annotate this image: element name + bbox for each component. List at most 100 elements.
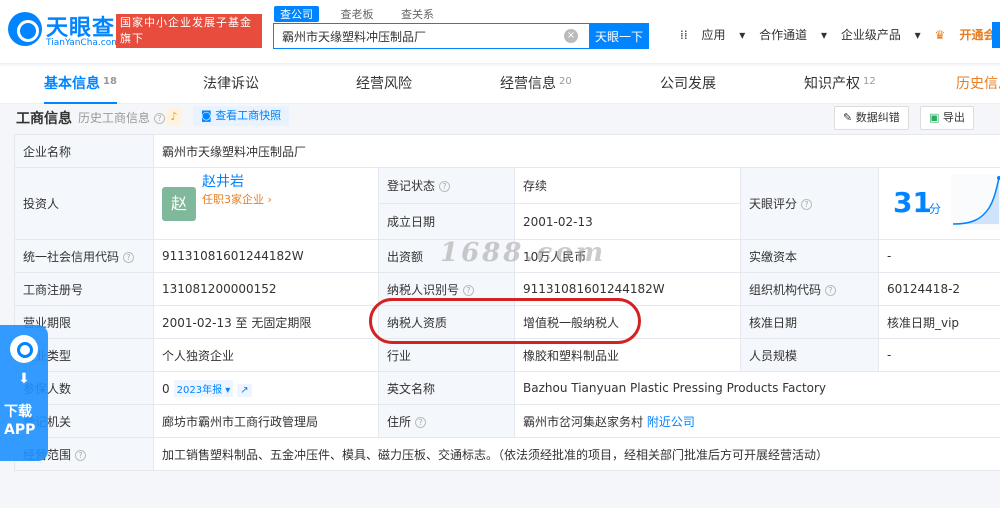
search-tab-boss[interactable]: 查老板 — [335, 6, 380, 22]
search-tab-company[interactable]: 查公司 — [274, 6, 319, 22]
tab-label: 经营信息 — [500, 76, 556, 92]
help-icon[interactable]: ? — [463, 284, 475, 296]
edit-icon: ✎ — [843, 111, 853, 124]
tab-operation[interactable]: 经营信息 20 — [500, 66, 572, 104]
nav-partner[interactable]: 合作通道 ▾ — [759, 26, 827, 43]
label-reg-no: 工商注册号 — [14, 272, 154, 306]
reg-no: 131081200000152 — [153, 272, 379, 306]
nav-enterprise-label: 企业级产品 — [840, 28, 901, 42]
search-input[interactable] — [274, 24, 564, 48]
help-icon: ? — [154, 113, 166, 124]
english-name: Bazhou Tianyuan Plastic Pressing Product… — [514, 371, 1000, 405]
correct-button[interactable]: ✎ 数据纠错 — [834, 106, 909, 130]
clear-icon[interactable]: × — [564, 29, 578, 43]
tab-label: 法律诉讼 — [203, 76, 259, 92]
search-box: × — [273, 23, 591, 49]
section-header: 工商信息 历史工商信息? ♪ ◙ 查看工商快照 ✎ 数据纠错 ▣ 导出 — [0, 106, 1000, 130]
tab-ip[interactable]: 知识产权 12 — [804, 66, 876, 104]
corner-button[interactable] — [992, 22, 1000, 48]
company-name: 霸州市天缘塑料冲压制品厂 — [153, 134, 1000, 168]
logo[interactable]: 天眼查 TianYanCha.com — [8, 10, 120, 50]
label-staff-size: 人员规模 — [740, 338, 879, 372]
top-nav: ⁞⁞ 应用 ▾ 合作通道 ▾ 企业级产品 ▾ ♛ 开通会员 ▾ — [680, 26, 1000, 43]
credit-code: 91131081601244182W — [153, 239, 379, 273]
annual-report-label: 2023年报 — [176, 384, 223, 396]
tab-legal[interactable]: 法律诉讼 — [203, 66, 259, 104]
taxpayer-id-label: 纳税人识别号 — [387, 282, 460, 297]
label-reg-status: 登记状态? — [378, 167, 515, 204]
help-icon[interactable]: ? — [415, 416, 427, 428]
staff-size: - — [878, 338, 1000, 372]
highlight-oval — [369, 298, 641, 344]
score-label: 天眼评分 — [749, 197, 798, 211]
label-established: 成立日期 — [378, 203, 515, 240]
paid-capital: - — [878, 239, 1000, 273]
top-bar: 天眼查 TianYanCha.com 国家中小企业发展子基金旗下 官方备案企业征… — [0, 0, 1000, 64]
search-tab-relation[interactable]: 查关系 — [395, 6, 440, 22]
investor-positions-label: 任职3家企业 — [202, 193, 264, 206]
established-date: 2001-02-13 — [514, 203, 741, 240]
help-icon[interactable]: ? — [439, 181, 451, 192]
fund-line-1: 国家中小企业发展子基金旗下 — [120, 16, 252, 45]
tab-history[interactable]: 历史信息 — [956, 66, 1000, 104]
export-button[interactable]: ▣ 导出 — [920, 106, 974, 130]
snapshot-label: 查看工商快照 — [215, 109, 282, 122]
search-button[interactable]: 天眼一下 — [589, 23, 649, 49]
label-score: 天眼评分? — [740, 167, 879, 240]
app-logo-icon — [10, 335, 38, 363]
camera-icon: ◙ — [201, 109, 212, 122]
bell-icon[interactable]: ♪ — [166, 108, 182, 126]
label-paid-capital: 实缴资本 — [740, 239, 879, 273]
tab-label: 知识产权 — [804, 76, 860, 92]
download-app-label: 下载 APP — [4, 403, 35, 439]
reg-status-label: 登记状态 — [387, 179, 436, 193]
tab-basic-info[interactable]: 基本信息 18 — [44, 66, 117, 104]
grid-icon: ⁞⁞ — [680, 28, 688, 42]
business-scope: 加工销售塑料制品、五金冲压件、模具、磁力压板、交通标志。（依法须经批准的项目，经… — [153, 437, 1000, 471]
snapshot-button[interactable]: ◙ 查看工商快照 — [193, 106, 290, 126]
avatar: 赵 — [162, 186, 196, 221]
business-term: 2001-02-13 至 无固定期限 — [153, 305, 379, 339]
address-label: 住所 — [387, 414, 412, 429]
company-type: 个人独资企业 — [153, 338, 379, 372]
history-label: 历史工商信息 — [78, 111, 151, 125]
tab-development[interactable]: 公司发展 — [660, 66, 716, 104]
annual-report-tag[interactable]: 2023年报 ▾ — [173, 379, 234, 397]
search-tabs: 查公司 查老板 查关系 — [274, 6, 452, 22]
org-code-label: 组织机构代码 — [749, 282, 822, 297]
nav-apps[interactable]: ⁞⁞ 应用 ▾ — [680, 26, 745, 43]
label-company-name: 企业名称 — [14, 134, 154, 168]
help-icon[interactable]: ? — [825, 284, 837, 296]
investor-positions[interactable]: 任职3家企业 › — [202, 191, 272, 207]
nearby-companies-link[interactable]: 附近公司 — [647, 415, 695, 429]
label-en-name: 英文名称 — [378, 371, 515, 405]
credit-code-label: 统一社会信用代码 — [23, 249, 120, 264]
section-title: 工商信息 — [16, 111, 72, 127]
tab-risk[interactable]: 经营风险 — [356, 66, 412, 104]
export-label: 导出 — [942, 111, 965, 124]
download-app-widget[interactable]: ⬇ 下载 APP — [0, 325, 48, 461]
address-cell: 霸州市岔河集赵家务村 附近公司 — [514, 404, 1000, 438]
help-icon[interactable]: ? — [801, 199, 813, 210]
score-cell[interactable]: 31 分 — [878, 167, 1000, 240]
tab-count: 20 — [559, 76, 572, 87]
authority: 廊坊市霸州市工商行政管理局 — [153, 404, 379, 438]
tab-count: 18 — [103, 76, 117, 87]
insured-count: 0 — [162, 381, 170, 396]
investor-name[interactable]: 赵井岩 — [202, 171, 244, 191]
crown-icon: ♛ — [934, 28, 946, 42]
logo-icon — [8, 12, 42, 46]
nav-enterprise[interactable]: 企业级产品 ▾ — [841, 26, 921, 43]
history-link[interactable]: 历史工商信息? — [78, 109, 166, 126]
nav-vip[interactable]: ♛ 开通会员 ▾ — [935, 26, 1000, 43]
score-unit: 分 — [929, 202, 942, 216]
label-credit-code: 统一社会信用代码? — [14, 239, 154, 273]
chart-icon[interactable]: ↗ — [237, 383, 252, 397]
label-investor: 投资人 — [14, 167, 154, 240]
watermark: 1688.com — [440, 238, 607, 268]
tab-label: 基本信息 — [44, 76, 100, 92]
reg-status: 存续 — [514, 167, 741, 204]
help-icon[interactable]: ? — [75, 449, 87, 461]
logo-domain: TianYanCha.com — [46, 38, 121, 48]
help-icon[interactable]: ? — [123, 251, 135, 263]
